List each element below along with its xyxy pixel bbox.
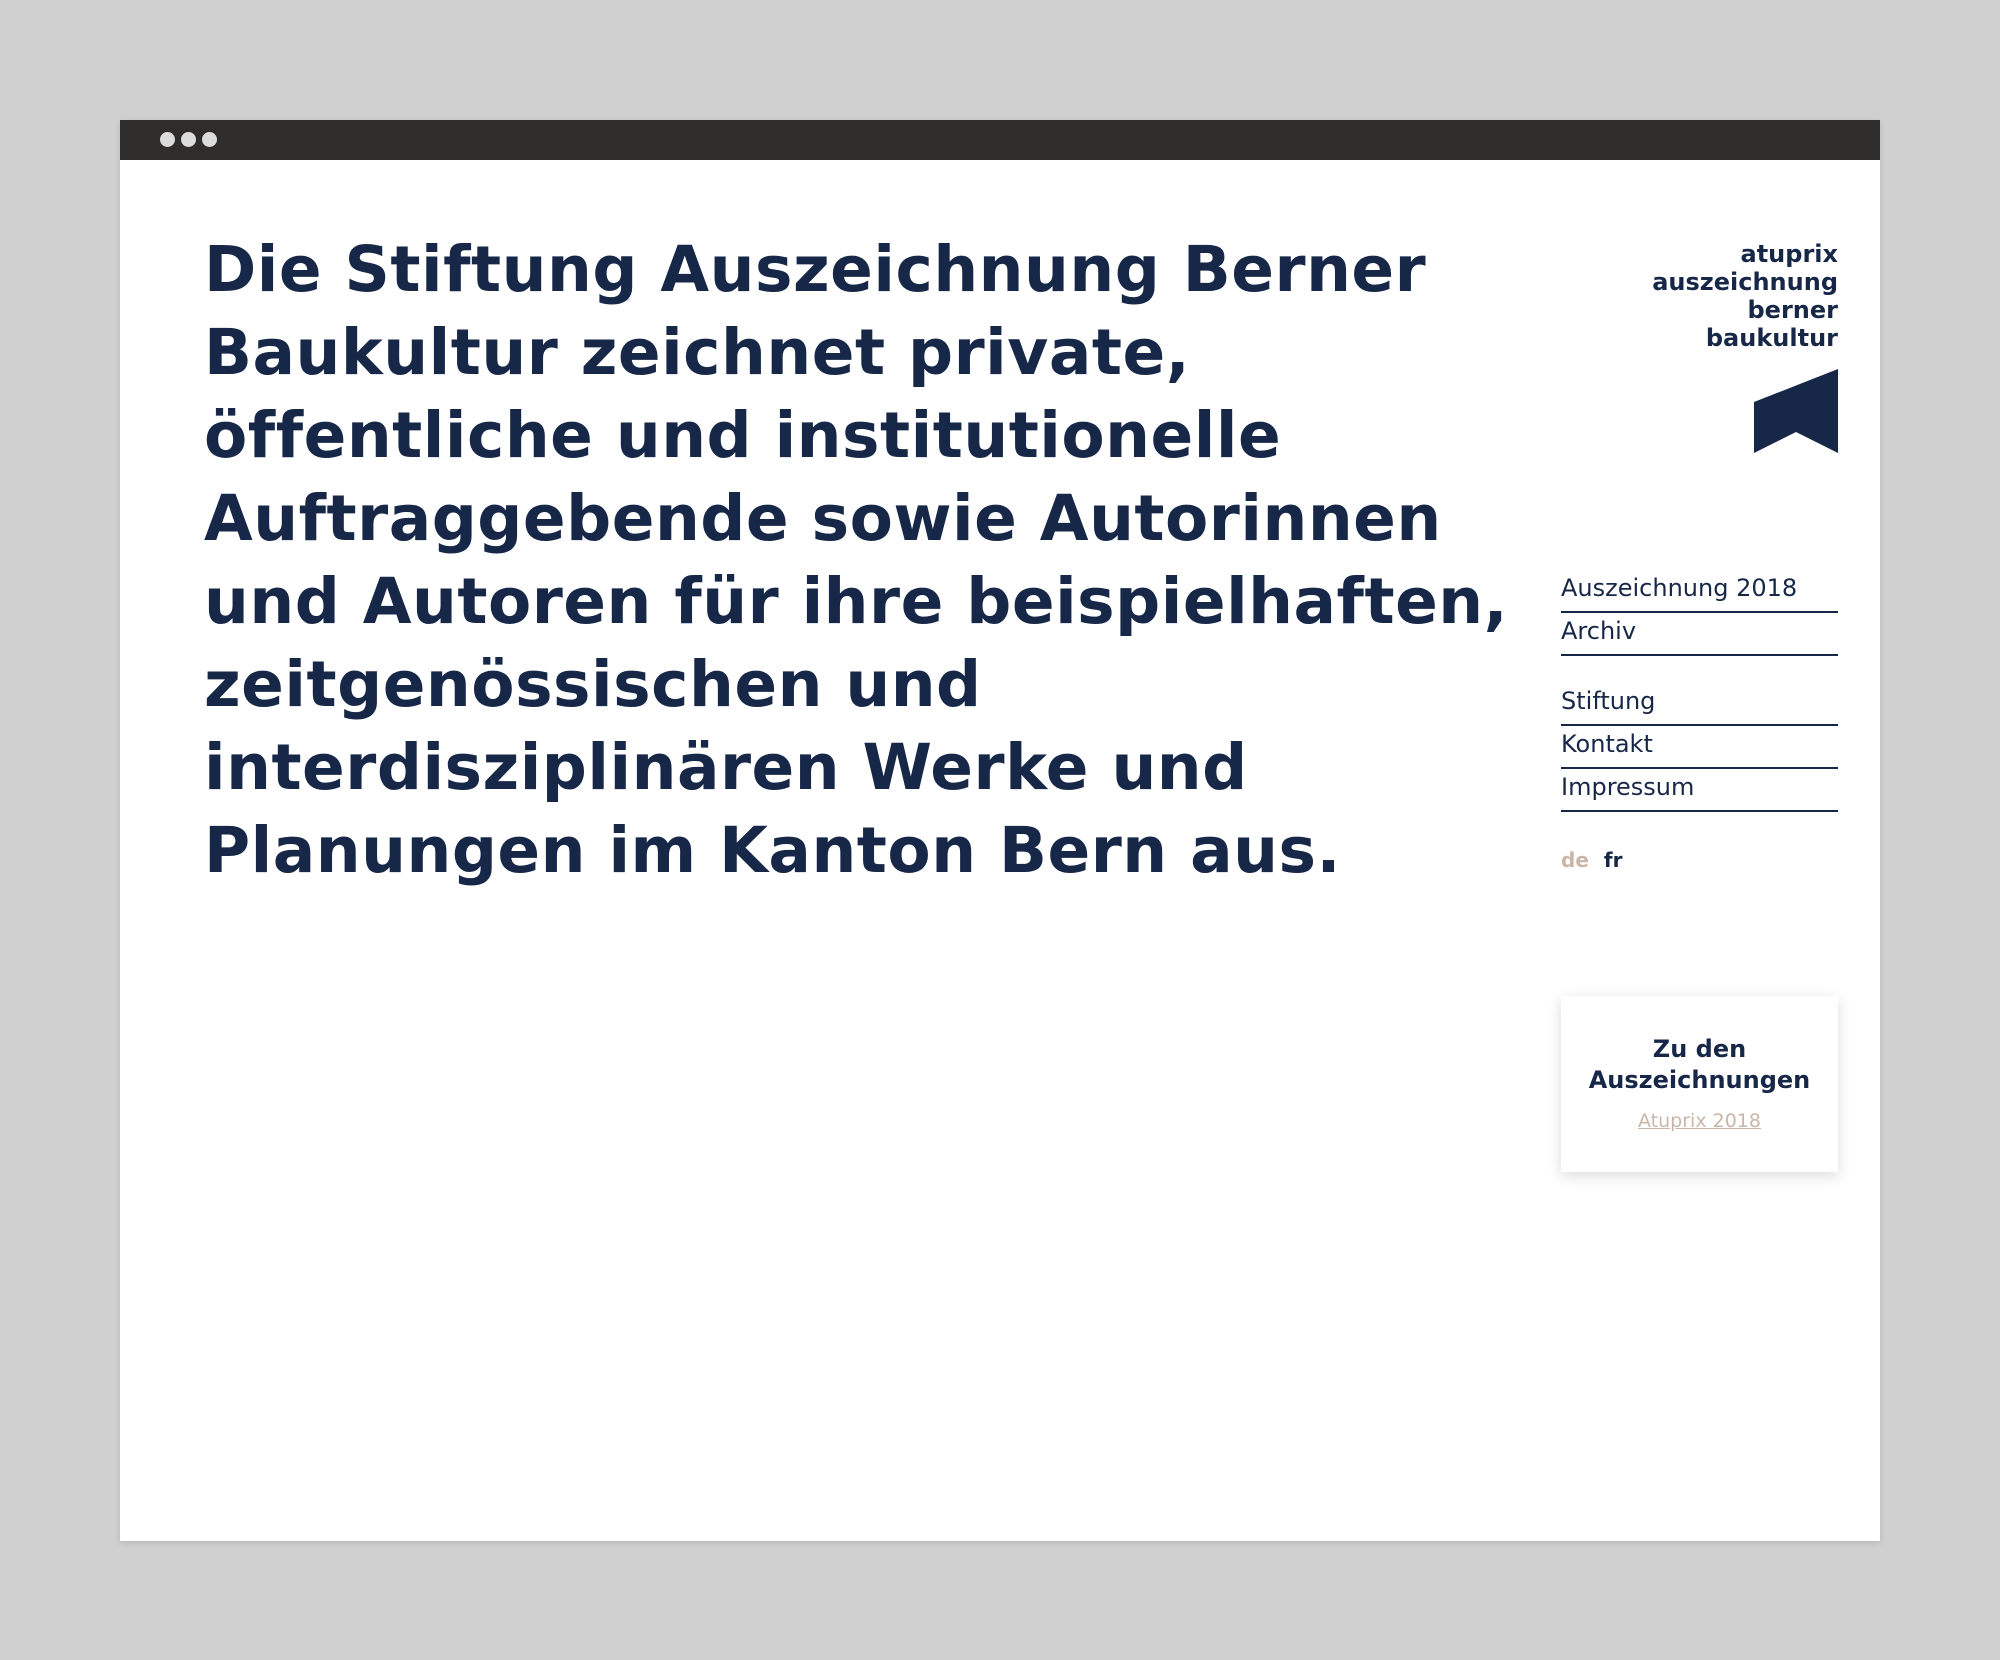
nav-item-archiv[interactable]: Archiv (1561, 613, 1838, 656)
nav-item-stiftung[interactable]: Stiftung (1561, 683, 1838, 726)
brand-line: auszeichnung (1652, 268, 1838, 296)
brand-home-link[interactable]: atuprix auszeichnung berner baukultur (1598, 240, 1838, 453)
language-switcher: de fr (1561, 848, 1622, 872)
browser-window: Die Stiftung Auszeichnung Berner Baukult… (120, 120, 1880, 1541)
intro-text: Die Stiftung Auszeichnung Berner Baukult… (204, 233, 1509, 887)
window-dot-icon (202, 132, 217, 147)
window-dot-icon (160, 132, 175, 147)
language-option-de[interactable]: de (1561, 848, 1589, 872)
brand-line: baukultur (1705, 324, 1838, 352)
awards-teaser-card[interactable]: Zu den Auszeichnungen Atuprix 2018 (1561, 996, 1838, 1172)
nav-group-secondary: Stiftung Kontakt Impressum (1561, 683, 1838, 812)
nav-item-auszeichnung-2018[interactable]: Auszeichnung 2018 (1561, 570, 1838, 613)
nav-item-kontakt[interactable]: Kontakt (1561, 726, 1838, 769)
nav-group-primary: Auszeichnung 2018 Archiv (1561, 570, 1838, 656)
main-nav: Auszeichnung 2018 Archiv Stiftung Kontak… (1561, 570, 1838, 839)
nav-item-impressum[interactable]: Impressum (1561, 769, 1838, 812)
window-dot-icon (181, 132, 196, 147)
card-title: Zu den Auszeichnungen (1588, 1035, 1811, 1094)
brand-line: berner (1747, 296, 1839, 324)
window-titlebar (120, 120, 1880, 160)
window-dots (160, 132, 217, 147)
flag-logo-icon (1754, 369, 1838, 453)
card-link-atuprix-2018[interactable]: Atuprix 2018 (1638, 1109, 1761, 1133)
language-option-fr[interactable]: fr (1604, 848, 1623, 872)
brand-line: atuprix (1740, 240, 1838, 268)
